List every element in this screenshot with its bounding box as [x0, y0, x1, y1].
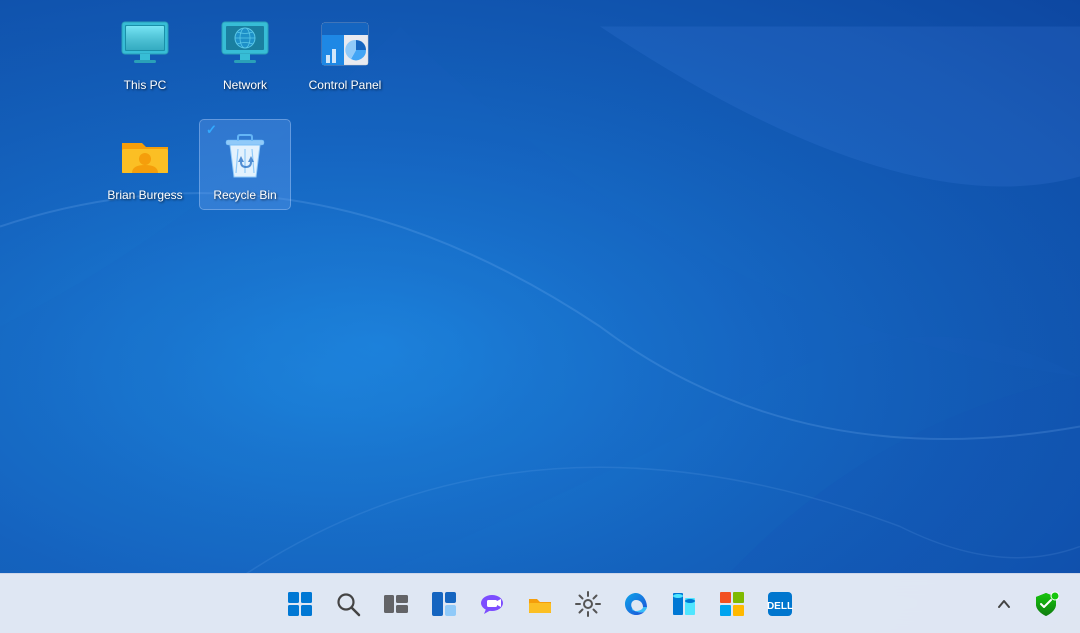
search-icon — [335, 591, 361, 617]
chat-button[interactable] — [470, 582, 514, 626]
control-panel-icon[interactable]: Control Panel — [300, 10, 390, 100]
widgets-button[interactable] — [422, 582, 466, 626]
svg-text:DELL: DELL — [767, 601, 793, 612]
widgets-icon — [431, 591, 457, 617]
edge-icon — [622, 590, 650, 618]
azure-data-button[interactable] — [662, 582, 706, 626]
azure-data-icon — [670, 590, 698, 618]
icon-row-2: Brian Burgess ✓ — [100, 120, 390, 210]
start-button[interactable] — [278, 582, 322, 626]
dell-button[interactable]: DELL — [758, 582, 802, 626]
search-button[interactable] — [326, 582, 370, 626]
chat-icon — [478, 590, 506, 618]
control-panel-label: Control Panel — [309, 78, 382, 94]
edge-button[interactable] — [614, 582, 658, 626]
control-panel-icon-image — [317, 16, 373, 72]
taskbar-center: DELL — [278, 582, 802, 626]
recycle-bin-label: Recycle Bin — [213, 188, 276, 204]
this-pc-icon[interactable]: This PC — [100, 10, 190, 100]
taskbar: DELL — [0, 573, 1080, 633]
this-pc-icon-image — [117, 16, 173, 72]
icon-row-1: This PC — [100, 10, 390, 100]
network-icon-image — [217, 16, 273, 72]
file-explorer-button[interactable] — [518, 582, 562, 626]
windows-start-icon — [287, 591, 313, 617]
selection-checkmark: ✓ — [206, 122, 217, 138]
this-pc-label: This PC — [124, 78, 167, 94]
windows-defender-icon — [1033, 591, 1059, 617]
settings-icon — [575, 591, 601, 617]
file-explorer-icon — [526, 590, 554, 618]
task-view-button[interactable] — [374, 582, 418, 626]
windows-security-button[interactable] — [1024, 582, 1068, 626]
show-hidden-icons-button[interactable] — [988, 588, 1020, 620]
network-icon[interactable]: Network — [200, 10, 290, 100]
chevron-up-icon — [996, 596, 1012, 612]
brian-burgess-label: Brian Burgess — [107, 188, 182, 204]
desktop: This PC — [0, 0, 1080, 633]
recycle-bin-icon-image — [217, 126, 273, 182]
dell-icon: DELL — [766, 590, 794, 618]
task-view-icon — [383, 591, 409, 617]
settings-button[interactable] — [566, 582, 610, 626]
brian-burgess-icon[interactable]: Brian Burgess — [100, 120, 190, 210]
ms-store-icon — [718, 590, 746, 618]
brian-burgess-icon-image — [117, 126, 173, 182]
network-label: Network — [223, 78, 267, 94]
ms-store-button[interactable] — [710, 582, 754, 626]
system-tray — [988, 582, 1068, 626]
recycle-bin-icon[interactable]: ✓ — [200, 120, 290, 210]
desktop-icons-container: This PC — [100, 10, 390, 229]
